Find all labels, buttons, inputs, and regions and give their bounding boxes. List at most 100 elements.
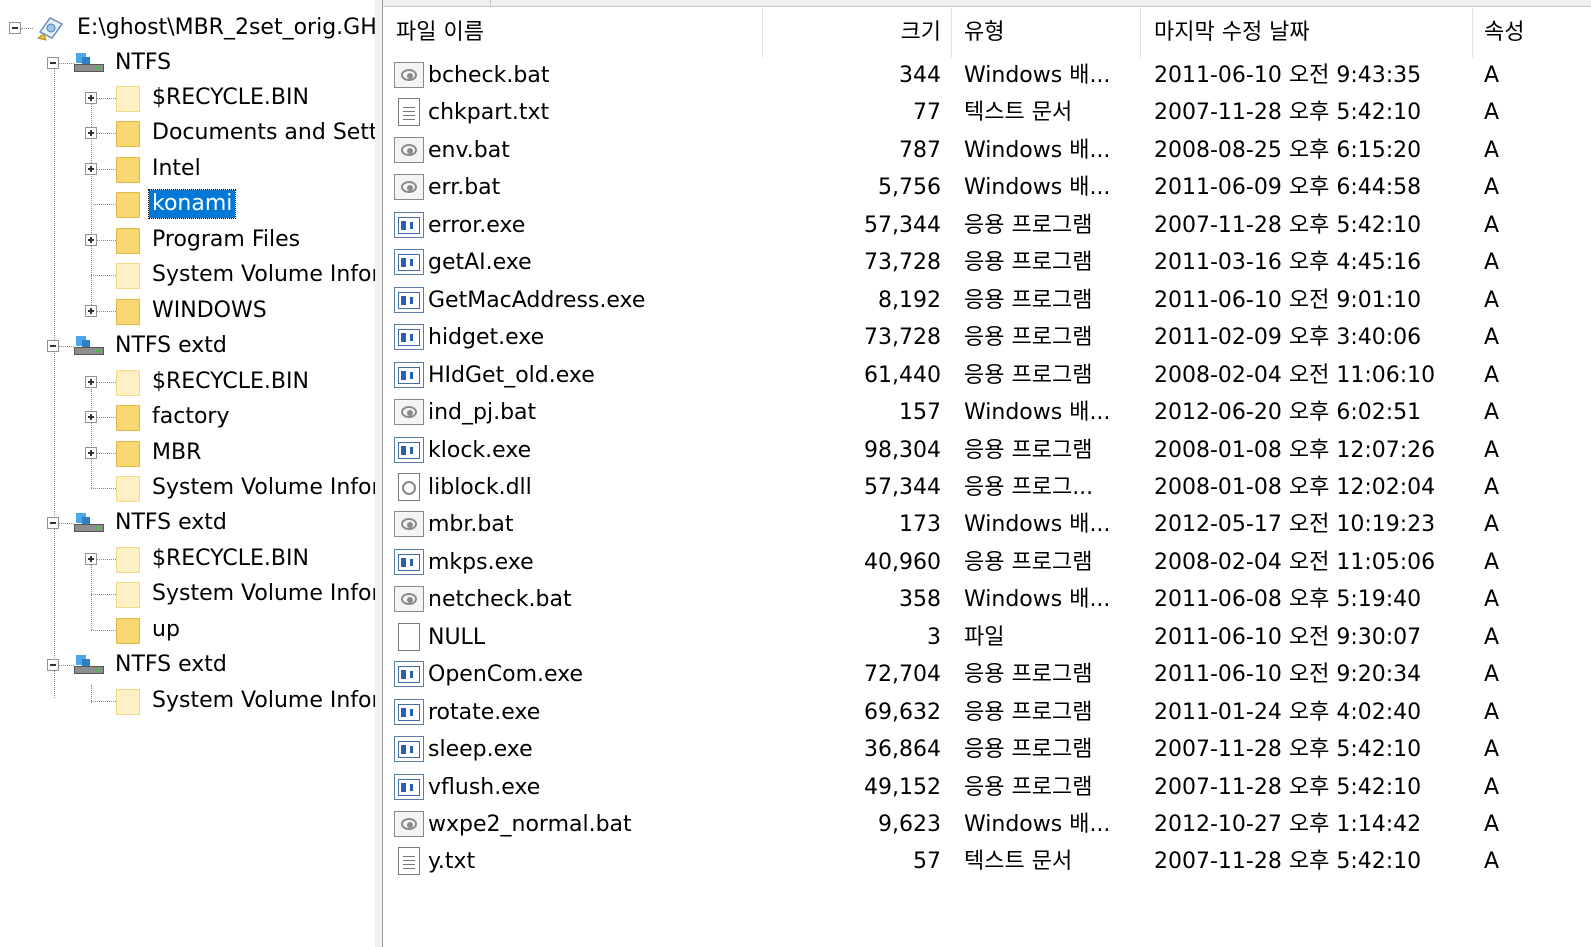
file-row[interactable]: err.bat 5,756 Windows 배... 2011-06-09 오후 6:… xyxy=(384,169,1591,206)
text-file-icon xyxy=(398,98,420,127)
file-attributes: A xyxy=(1484,250,1500,276)
expand-icon[interactable] xyxy=(85,553,97,565)
column-header-type[interactable]: 유형 xyxy=(964,8,1134,58)
tree-folder-node[interactable]: System Volume Information xyxy=(0,259,375,293)
file-row[interactable]: hidget.exe 73,728 응용 프로그램 2011-02-09 오후 3:4… xyxy=(384,319,1591,356)
file-row[interactable]: HIdGet_old.exe 61,440 응용 프로그램 2008-02-04 오전… xyxy=(384,357,1591,394)
file-row[interactable]: ind_pj.bat 157 Windows 배... 2012-06-20 오후 6… xyxy=(384,394,1591,431)
tree-folder-node[interactable]: $RECYCLE.BIN xyxy=(0,543,375,577)
file-row[interactable]: OpenCom.exe 72,704 응용 프로그램 2011-06-10 오전 9:… xyxy=(384,656,1591,693)
file-name: OpenCom.exe xyxy=(428,662,584,688)
collapse-icon[interactable] xyxy=(47,517,59,529)
file-row[interactable]: GetMacAddress.exe 8,192 응용 프로그램 2011-06-10 … xyxy=(384,282,1591,319)
file-row[interactable]: sleep.exe 36,864 응용 프로그램 2007-11-28 오후 5:42… xyxy=(384,731,1591,768)
file-modified-date: 2007-11-28 오후 5:42:10 xyxy=(1154,849,1422,875)
batch-file-icon xyxy=(394,511,424,538)
top-border xyxy=(383,0,1591,7)
file-row[interactable]: vflush.exe 49,152 응용 프로그램 2007-11-28 오후 5:4… xyxy=(384,769,1591,806)
expand-icon[interactable] xyxy=(85,447,97,459)
application-icon xyxy=(394,361,424,388)
file-row[interactable]: rotate.exe 69,632 응용 프로그램 2011-01-24 오후 4:0… xyxy=(384,694,1591,731)
file-name: rotate.exe xyxy=(428,699,541,725)
expand-icon[interactable] xyxy=(85,92,97,104)
folder-tree[interactable]: E:\ghost\MBR_2set_orig.GH NTFS $RECYCLE.B… xyxy=(0,0,375,947)
tree-node-label: NTFS xyxy=(115,50,172,75)
tree-folder-node[interactable]: up xyxy=(0,614,375,648)
tree-drive-node[interactable]: NTFS extd xyxy=(0,649,375,683)
tree-folder-node[interactable]: $RECYCLE.BIN xyxy=(0,366,375,400)
tree-folder-node[interactable]: System Volume Information xyxy=(0,685,375,719)
collapse-icon[interactable] xyxy=(47,659,59,671)
file-list[interactable]: 파일 이름 크기 유형 마지막 수정 날짜 속성 bcheck.bat 344 Wi… xyxy=(384,8,1591,947)
tree-folder-node[interactable]: Intel xyxy=(0,153,375,187)
file-modified-date: 2012-05-17 오전 10:19:23 xyxy=(1154,512,1436,538)
file-row[interactable]: chkpart.txt 77 텍스트 문서 2007-11-28 오후 5:42:10… xyxy=(384,94,1591,131)
batch-file-icon xyxy=(394,399,424,426)
file-row[interactable]: error.exe 57,344 응용 프로그램 2007-11-28 오후 5:42… xyxy=(384,207,1591,244)
file-attributes: A xyxy=(1484,849,1500,875)
file-attributes: A xyxy=(1484,100,1500,126)
collapse-icon[interactable] xyxy=(47,57,59,69)
file-name-cell: OpenCom.exe xyxy=(392,656,762,693)
file-row[interactable]: klock.exe 98,304 응용 프로그램 2008-01-08 오후 12:0… xyxy=(384,432,1591,469)
file-attributes: A xyxy=(1484,362,1500,388)
column-header-attr[interactable]: 속성 xyxy=(1484,8,1544,58)
column-header-name[interactable]: 파일 이름 xyxy=(396,8,756,58)
file-row[interactable]: liblock.dll 57,344 응용 프로그... 2008-01-08 오후 … xyxy=(384,469,1591,506)
tree-folder-node[interactable]: Documents and Settings xyxy=(0,117,375,151)
file-size: 3 xyxy=(927,624,941,650)
tree-folder-node[interactable]: factory xyxy=(0,401,375,435)
file-attributes: A xyxy=(1484,137,1500,163)
column-header-date[interactable]: 마지막 수정 날짜 xyxy=(1154,8,1454,58)
tree-folder-node[interactable]: Program Files xyxy=(0,224,375,258)
folder-icon xyxy=(116,86,140,112)
tree-drive-node[interactable]: NTFS xyxy=(0,47,375,81)
file-name: err.bat xyxy=(428,175,501,201)
file-row[interactable]: env.bat 787 Windows 배... 2008-08-25 오후 6:15… xyxy=(384,132,1591,169)
file-row[interactable]: NULL 3 파일 2011-06-10 오전 9:30:07 A xyxy=(384,619,1591,656)
tree-node-label: $RECYCLE.BIN xyxy=(152,85,309,110)
tree-folder-node[interactable]: WINDOWS xyxy=(0,295,375,329)
list-header: 파일 이름 크기 유형 마지막 수정 날짜 속성 xyxy=(384,8,1591,58)
tree-drive-node[interactable]: NTFS extd xyxy=(0,330,375,364)
file-row[interactable]: wxpe2_normal.bat 9,623 Windows 배... 2012-10… xyxy=(384,806,1591,843)
file-row[interactable]: mkps.exe 40,960 응용 프로그램 2008-02-04 오전 11:05… xyxy=(384,544,1591,581)
file-row[interactable]: y.txt 57 텍스트 문서 2007-11-28 오후 5:42:10 A xyxy=(384,843,1591,880)
collapse-icon[interactable] xyxy=(9,22,21,34)
file-name-cell: liblock.dll xyxy=(392,469,762,506)
file-row[interactable]: bcheck.bat 344 Windows 배... 2011-06-10 오전 9… xyxy=(384,57,1591,94)
tree-folder-node[interactable]: MBR xyxy=(0,437,375,471)
file-modified-date: 2012-06-20 오후 6:02:51 xyxy=(1154,400,1422,426)
collapse-icon[interactable] xyxy=(47,340,59,352)
file-name-cell: rotate.exe xyxy=(392,694,762,731)
expand-icon[interactable] xyxy=(85,127,97,139)
tree-root[interactable]: E:\ghost\MBR_2set_orig.GH xyxy=(0,12,375,46)
tree-folder-node[interactable]: konami xyxy=(0,188,375,222)
file-attributes: A xyxy=(1484,400,1500,426)
expand-icon[interactable] xyxy=(85,163,97,175)
expand-icon[interactable] xyxy=(85,376,97,388)
tree-folder-node[interactable]: System Volume Information xyxy=(0,472,375,506)
expand-icon[interactable] xyxy=(85,234,97,246)
folder-icon xyxy=(116,370,140,396)
tree-folder-node[interactable]: System Volume Information xyxy=(0,578,375,612)
file-size: 157 xyxy=(899,400,941,426)
expand-icon[interactable] xyxy=(85,305,97,317)
file-size: 5,756 xyxy=(878,175,941,201)
file-name: chkpart.txt xyxy=(428,100,550,126)
file-row[interactable]: getAI.exe 73,728 응용 프로그램 2011-03-16 오후 4:45… xyxy=(384,244,1591,281)
tree-drive-node[interactable]: NTFS extd xyxy=(0,507,375,541)
tree-folder-node[interactable]: $RECYCLE.BIN xyxy=(0,82,375,116)
file-name: sleep.exe xyxy=(428,737,533,763)
column-header-size[interactable]: 크기 xyxy=(764,8,941,58)
file-attributes: A xyxy=(1484,774,1500,800)
pane-splitter[interactable] xyxy=(375,0,383,947)
expand-icon[interactable] xyxy=(85,411,97,423)
file-modified-date: 2007-11-28 오후 5:42:10 xyxy=(1154,100,1422,126)
file-row[interactable]: netcheck.bat 358 Windows 배... 2011-06-08 오후… xyxy=(384,581,1591,618)
tree-node-label: System Volume Information xyxy=(152,262,375,287)
file-type: 응용 프로그램 xyxy=(964,699,1093,725)
file-row[interactable]: mbr.bat 173 Windows 배... 2012-05-17 오전 10:1… xyxy=(384,506,1591,543)
file-size: 98,304 xyxy=(864,437,941,463)
file-attributes: A xyxy=(1484,662,1500,688)
